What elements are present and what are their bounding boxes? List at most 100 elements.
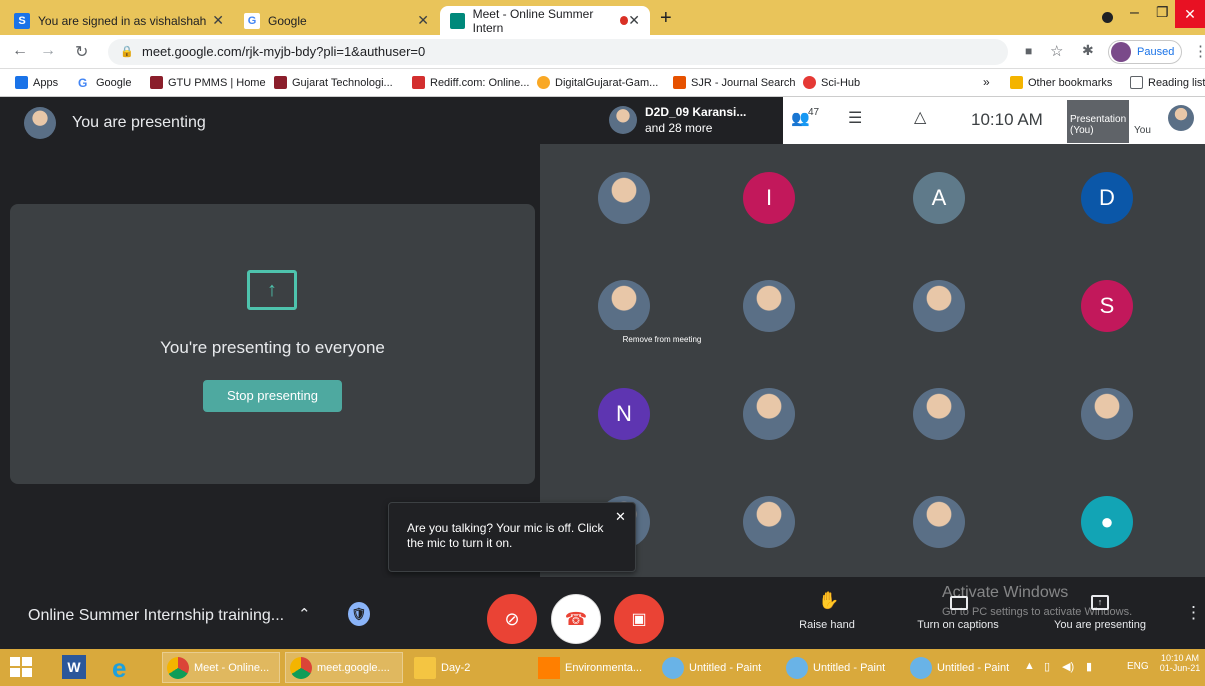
bookmark-apps[interactable]: Apps — [15, 76, 58, 89]
tab-google[interactable]: G Google ✕ — [234, 6, 439, 35]
maximize-icon[interactable]: ❐ — [1156, 4, 1169, 21]
participant-tile[interactable]: ● — [1081, 496, 1133, 548]
participant-tile[interactable]: S — [1081, 280, 1133, 332]
taskbar-label: Untitled - Paint — [937, 661, 1010, 674]
close-icon[interactable]: ✕ — [615, 509, 626, 525]
lock-icon: 🔒 — [120, 46, 134, 58]
taskbar-paint-2[interactable]: Untitled - Paint — [782, 652, 900, 683]
bookmark-gtu[interactable]: GTU PMMS | Home — [150, 76, 266, 89]
other-bookmarks[interactable]: Other bookmarks — [1010, 76, 1112, 89]
mic-toggle-button[interactable]: ⊘ — [487, 594, 537, 644]
participant-initial: S — [1099, 293, 1115, 318]
tab-signed-in[interactable]: S You are signed in as vishalshah ✕ — [4, 6, 234, 35]
chevron-up-icon[interactable]: ⌃ — [298, 605, 311, 623]
participant-tile[interactable] — [913, 280, 965, 332]
paint-icon — [786, 656, 808, 679]
participant-initial: N — [616, 401, 632, 426]
menu-icon[interactable]: ⋮ — [1193, 42, 1205, 60]
activities-icon[interactable]: △ — [914, 107, 926, 127]
participant-initial: I — [765, 185, 773, 210]
bookmark-rediff[interactable]: Rediff.com: Online... — [412, 76, 529, 89]
participant-tile[interactable]: I — [743, 172, 795, 224]
taskbar-environmental[interactable]: Environmenta... — [534, 652, 652, 683]
reading-list[interactable]: Reading list — [1130, 76, 1205, 89]
taskbar-label: meet.google.... — [317, 661, 390, 674]
recording-icon — [620, 16, 629, 25]
taskbar-day2[interactable]: Day-2 — [410, 652, 528, 683]
meet-favicon-icon — [450, 12, 465, 29]
taskbar-paint-3[interactable]: Untitled - Paint — [906, 652, 1018, 683]
extensions-icon[interactable]: ✱ — [1082, 42, 1094, 59]
taskbar-label: Meet - Online... — [194, 661, 270, 674]
raise-hand-icon[interactable]: ✋ — [818, 591, 839, 611]
participant-tile[interactable]: N — [598, 388, 650, 440]
address-toolbar: ← → ↻ 🔒 meet.google.com/rjk-myjb-bdy?pli… — [0, 35, 1205, 69]
close-window-icon[interactable]: ✕ — [1175, 0, 1205, 28]
tab-label: Google — [268, 13, 307, 28]
bookmark-gujarat[interactable]: Gujarat Technologi... — [274, 76, 393, 89]
back-icon[interactable]: ← — [12, 42, 28, 60]
profile-button[interactable]: Paused — [1108, 40, 1182, 64]
signal-icon[interactable]: ▮ — [1086, 660, 1092, 673]
close-icon[interactable]: ✕ — [417, 12, 429, 29]
tab-meet[interactable]: Meet - Online Summer Intern ✕ — [440, 6, 650, 35]
bookmark-digitalgujarat[interactable]: DigitalGujarat-Gam... — [537, 76, 658, 89]
new-tab-icon[interactable]: + — [660, 7, 672, 30]
participant-count: 47 — [808, 107, 820, 118]
reload-icon[interactable]: ↻ — [75, 42, 88, 62]
camera-toggle-button[interactable]: ▣ — [614, 594, 664, 644]
taskbar-clock[interactable]: 10:10 AM 01-Jun-21 — [1158, 653, 1202, 673]
close-icon[interactable]: ✕ — [628, 12, 640, 29]
taskbar-meet-2[interactable]: meet.google.... — [285, 652, 403, 683]
stop-presenting-button[interactable]: Stop presenting — [203, 380, 342, 412]
battery-icon[interactable]: ▯ — [1044, 660, 1050, 673]
bookmark-label: DigitalGujarat-Gam... — [555, 76, 659, 89]
tray-expand-icon[interactable]: ▲ — [1024, 660, 1035, 672]
chat-icon[interactable]: ☰ — [848, 108, 862, 128]
participant-tile[interactable] — [913, 388, 965, 440]
camera-icon[interactable]: ■ — [1025, 44, 1032, 58]
captions-label[interactable]: Turn on captions — [908, 619, 1008, 631]
participant-tile[interactable]: A — [913, 172, 965, 224]
windows-start-icon[interactable] — [10, 657, 32, 677]
participant-tile[interactable] — [743, 496, 795, 548]
present-label[interactable]: You are presenting — [1040, 619, 1160, 631]
participant-tile[interactable]: D — [1081, 172, 1133, 224]
more-options-icon[interactable]: ⋮ — [1185, 603, 1202, 623]
participant-tile[interactable] — [743, 280, 795, 332]
participant-tile[interactable] — [913, 496, 965, 548]
taskbar-meet[interactable]: Meet - Online... — [162, 652, 280, 683]
bookmark-sjr[interactable]: SJR - Journal Search — [673, 76, 796, 89]
paint-icon — [910, 656, 932, 679]
participant-tile[interactable] — [743, 388, 795, 440]
participant-tile[interactable] — [598, 172, 650, 224]
close-icon[interactable]: ✕ — [212, 12, 224, 29]
bookmark-label: GTU PMMS | Home — [168, 76, 266, 89]
clock: 10:10 AM — [971, 110, 1043, 129]
taskbar-paint-1[interactable]: Untitled - Paint — [658, 652, 776, 683]
url-field[interactable]: 🔒 meet.google.com/rjk-myjb-bdy?pli=1&aut… — [108, 39, 1008, 65]
bookmark-google[interactable]: G Google — [78, 76, 131, 90]
volume-icon[interactable]: ◀) — [1062, 660, 1074, 673]
meeting-title[interactable]: Online Summer Internship training... — [28, 607, 284, 625]
shield-icon[interactable]: 🛡 — [348, 602, 370, 626]
ie-icon[interactable]: e — [112, 653, 126, 684]
bookmark-scihub[interactable]: Sci-Hub — [803, 76, 860, 89]
browser-tab-strip: S You are signed in as vishalshah ✕ G Go… — [0, 0, 1205, 35]
word-icon[interactable]: W — [62, 655, 86, 679]
language-indicator[interactable]: ENG — [1127, 661, 1149, 672]
chrome-icon — [167, 656, 189, 679]
leave-call-button[interactable]: ☎ — [551, 594, 601, 644]
participant-tile[interactable] — [1081, 388, 1133, 440]
forward-icon[interactable]: → — [40, 42, 56, 60]
raise-hand-label[interactable]: Raise hand — [794, 619, 860, 631]
participant-tile[interactable] — [598, 280, 650, 332]
call-more: and 28 more — [645, 121, 713, 135]
mic-notice-text: Are you talking? Your mic is off. Click … — [407, 521, 604, 550]
people-icon[interactable]: 👥 — [791, 109, 810, 127]
more-bookmarks-icon[interactable]: » — [983, 75, 990, 89]
star-icon[interactable]: ☆ — [1050, 42, 1063, 60]
tab-label: You are signed in as vishalshah — [38, 13, 207, 28]
minimize-icon[interactable]: – — [1130, 4, 1139, 22]
participant-chip[interactable]: D2D_09 Karansi... and 28 more — [603, 97, 783, 144]
